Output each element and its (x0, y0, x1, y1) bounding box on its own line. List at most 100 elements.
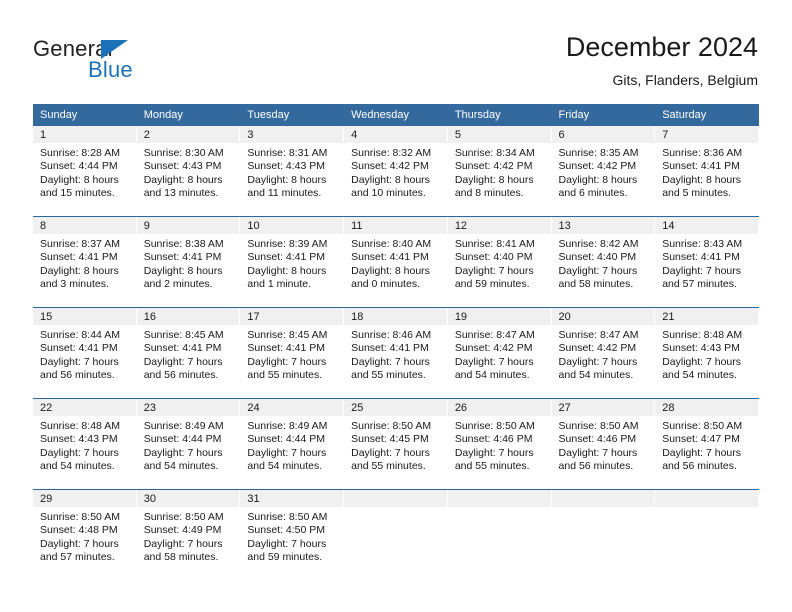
daylight-text-line2: and 54 minutes. (247, 460, 323, 473)
sunrise-text: Sunrise: 8:47 AM (454, 329, 535, 341)
daylight-text-line1: Daylight: 8 hours (351, 264, 430, 277)
day-cell[interactable]: 31 Sunrise: 8:50 AM Sunset: 4:50 PM Dayligh… (240, 489, 345, 580)
daylight-text-line2: and 56 minutes. (662, 460, 737, 473)
title-block: December 2024 Gits, Flanders, Belgium (566, 30, 758, 90)
day-cell[interactable]: 3 Sunrise: 8:31 AM Sunset: 4:43 PM Daylight… (240, 126, 345, 217)
daylight-text-line1: Daylight: 7 hours (454, 264, 534, 277)
day-cell[interactable]: 9 Sunrise: 8:38 AM Sunset: 4:41 PM Daylight… (136, 216, 241, 308)
generalblue-logo[interactable]: General Blue (33, 36, 223, 86)
day-cell[interactable]: 12 Sunrise: 8:41 AM Sunset: 4:40 PM Dayligh… (447, 216, 552, 308)
daylight-text-line1: Daylight: 7 hours (454, 446, 534, 459)
calendar-week-row: 8 Sunrise: 8:37 AM Sunset: 4:41 PM Daylight… (33, 216, 759, 308)
day-cell[interactable]: 28 Sunrise: 8:50 AM Sunset: 4:47 PM Dayligh… (655, 398, 759, 490)
daylight-text-line2: and 2 minutes. (143, 278, 213, 291)
day-cell[interactable]: 8 Sunrise: 8:37 AM Sunset: 4:41 PM Daylight… (33, 216, 137, 308)
day-cell[interactable]: 15 Sunrise: 8:44 AM Sunset: 4:41 PM Dayligh… (33, 307, 137, 399)
day-cell[interactable]: 11 Sunrise: 8:40 AM Sunset: 4:41 PM Dayligh… (344, 216, 448, 308)
day-cell[interactable]: 29 Sunrise: 8:50 AM Sunset: 4:48 PM Dayligh… (33, 489, 137, 580)
day-number: 17 (240, 308, 345, 325)
day-cell[interactable]: 1 Sunrise: 8:28 AM Sunset: 4:44 PM Daylight… (33, 126, 137, 217)
day-number: 4 (344, 126, 448, 143)
daylight-text-line1: Daylight: 7 hours (40, 355, 119, 368)
sunrise-text: Sunrise: 8:32 AM (351, 147, 432, 159)
sunset-text: Sunset: 4:42 PM (558, 160, 637, 173)
day-number: 8 (33, 217, 137, 234)
sunrise-text: Sunrise: 8:45 AM (143, 329, 224, 341)
day-number: 9 (136, 217, 241, 234)
day-cell[interactable]: 26 Sunrise: 8:50 AM Sunset: 4:46 PM Dayligh… (447, 398, 552, 490)
day-number: 12 (447, 217, 552, 234)
day-cell[interactable]: 4 Sunrise: 8:32 AM Sunset: 4:42 PM Daylight… (344, 126, 448, 217)
daylight-text-line1: Daylight: 8 hours (247, 264, 327, 277)
day-cell[interactable]: 27 Sunrise: 8:50 AM Sunset: 4:46 PM Dayligh… (551, 398, 656, 490)
sunset-text: Sunset: 4:41 PM (351, 251, 429, 264)
day-cell[interactable]: 25 Sunrise: 8:50 AM Sunset: 4:45 PM Dayligh… (344, 398, 448, 490)
daylight-text-line2: and 56 minutes. (143, 369, 219, 382)
sunset-text: Sunset: 4:42 PM (454, 160, 533, 173)
daylight-text-line2: and 56 minutes. (40, 369, 115, 382)
sunrise-text: Sunrise: 8:44 AM (40, 329, 120, 341)
weekday-header-monday: Monday (136, 104, 241, 126)
daylight-text-line2: and 0 minutes. (351, 278, 420, 291)
daylight-text-line1: Daylight: 7 hours (40, 446, 119, 459)
calendar-body: 1 Sunrise: 8:28 AM Sunset: 4:44 PM Daylight… (33, 126, 759, 580)
day-cell[interactable]: 2 Sunrise: 8:30 AM Sunset: 4:43 PM Daylight… (136, 126, 241, 217)
daylight-text-line1: Daylight: 7 hours (247, 355, 327, 368)
sunrise-text: Sunrise: 8:50 AM (40, 511, 120, 523)
day-number: 29 (33, 490, 137, 507)
day-cell[interactable]: 10 Sunrise: 8:39 AM Sunset: 4:41 PM Dayligh… (240, 216, 345, 308)
day-number: 16 (136, 308, 241, 325)
sunrise-text: Sunrise: 8:49 AM (247, 420, 328, 432)
day-cell[interactable]: 16 Sunrise: 8:45 AM Sunset: 4:41 PM Dayligh… (136, 307, 241, 399)
daylight-text-line1: Daylight: 7 hours (40, 537, 119, 550)
day-cell[interactable]: 30 Sunrise: 8:50 AM Sunset: 4:49 PM Dayligh… (136, 489, 241, 580)
sunrise-text: Sunrise: 8:50 AM (662, 420, 743, 432)
sunset-text: Sunset: 4:41 PM (247, 251, 326, 264)
weekday-header-wednesday: Wednesday (344, 104, 448, 126)
sunrise-text: Sunrise: 8:34 AM (454, 147, 535, 159)
calendar-week-row: 22 Sunrise: 8:48 AM Sunset: 4:43 PM Dayligh… (33, 398, 759, 490)
day-number: 21 (655, 308, 759, 325)
daylight-text-line1: Daylight: 7 hours (351, 446, 430, 459)
calendar-week-row: 1 Sunrise: 8:28 AM Sunset: 4:44 PM Daylight… (33, 126, 759, 217)
sunset-text: Sunset: 4:44 PM (247, 433, 326, 446)
daylight-text-line2: and 54 minutes. (143, 460, 219, 473)
day-cell-empty (344, 489, 448, 580)
sunrise-text: Sunrise: 8:38 AM (143, 238, 224, 250)
day-number (447, 490, 552, 507)
day-cell[interactable]: 13 Sunrise: 8:42 AM Sunset: 4:40 PM Dayligh… (551, 216, 656, 308)
calendar-header-row: Sunday Monday Tuesday Wednesday Thursday… (33, 104, 759, 126)
day-number: 23 (136, 399, 241, 416)
day-cell[interactable]: 19 Sunrise: 8:47 AM Sunset: 4:42 PM Dayligh… (447, 307, 552, 399)
sunrise-text: Sunrise: 8:48 AM (662, 329, 743, 341)
day-number: 6 (551, 126, 656, 143)
day-cell[interactable]: 7 Sunrise: 8:36 AM Sunset: 4:41 PM Daylight… (655, 126, 759, 217)
sunrise-text: Sunrise: 8:47 AM (558, 329, 639, 341)
day-cell[interactable]: 24 Sunrise: 8:49 AM Sunset: 4:44 PM Dayligh… (240, 398, 345, 490)
day-cell[interactable]: 23 Sunrise: 8:49 AM Sunset: 4:44 PM Dayligh… (136, 398, 241, 490)
daylight-text-line2: and 3 minutes. (40, 278, 109, 291)
day-cell[interactable]: 5 Sunrise: 8:34 AM Sunset: 4:42 PM Daylight… (447, 126, 552, 217)
day-cell[interactable]: 6 Sunrise: 8:35 AM Sunset: 4:42 PM Daylight… (551, 126, 656, 217)
daylight-text-line2: and 57 minutes. (40, 551, 115, 564)
daylight-text-line2: and 11 minutes. (247, 187, 322, 200)
sunset-text: Sunset: 4:44 PM (143, 433, 222, 446)
sunset-text: Sunset: 4:41 PM (143, 251, 222, 264)
sunrise-text: Sunrise: 8:50 AM (351, 420, 432, 432)
sunrise-text: Sunrise: 8:36 AM (662, 147, 743, 159)
day-cell[interactable]: 18 Sunrise: 8:46 AM Sunset: 4:41 PM Dayligh… (344, 307, 448, 399)
day-number: 20 (551, 308, 656, 325)
day-cell[interactable]: 22 Sunrise: 8:48 AM Sunset: 4:43 PM Dayligh… (33, 398, 137, 490)
day-cell[interactable]: 14 Sunrise: 8:43 AM Sunset: 4:41 PM Dayligh… (655, 216, 759, 308)
day-number: 14 (655, 217, 759, 234)
day-cell[interactable]: 20 Sunrise: 8:47 AM Sunset: 4:42 PM Dayligh… (551, 307, 656, 399)
day-cell[interactable]: 17 Sunrise: 8:45 AM Sunset: 4:41 PM Dayligh… (240, 307, 345, 399)
sunrise-text: Sunrise: 8:37 AM (40, 238, 120, 250)
daylight-text-line2: and 56 minutes. (558, 460, 634, 473)
day-cell[interactable]: 21 Sunrise: 8:48 AM Sunset: 4:43 PM Dayligh… (655, 307, 759, 399)
sunrise-text: Sunrise: 8:39 AM (247, 238, 328, 250)
day-number: 24 (240, 399, 345, 416)
day-number: 26 (447, 399, 552, 416)
sunset-text: Sunset: 4:49 PM (143, 524, 222, 537)
day-number: 3 (240, 126, 345, 143)
